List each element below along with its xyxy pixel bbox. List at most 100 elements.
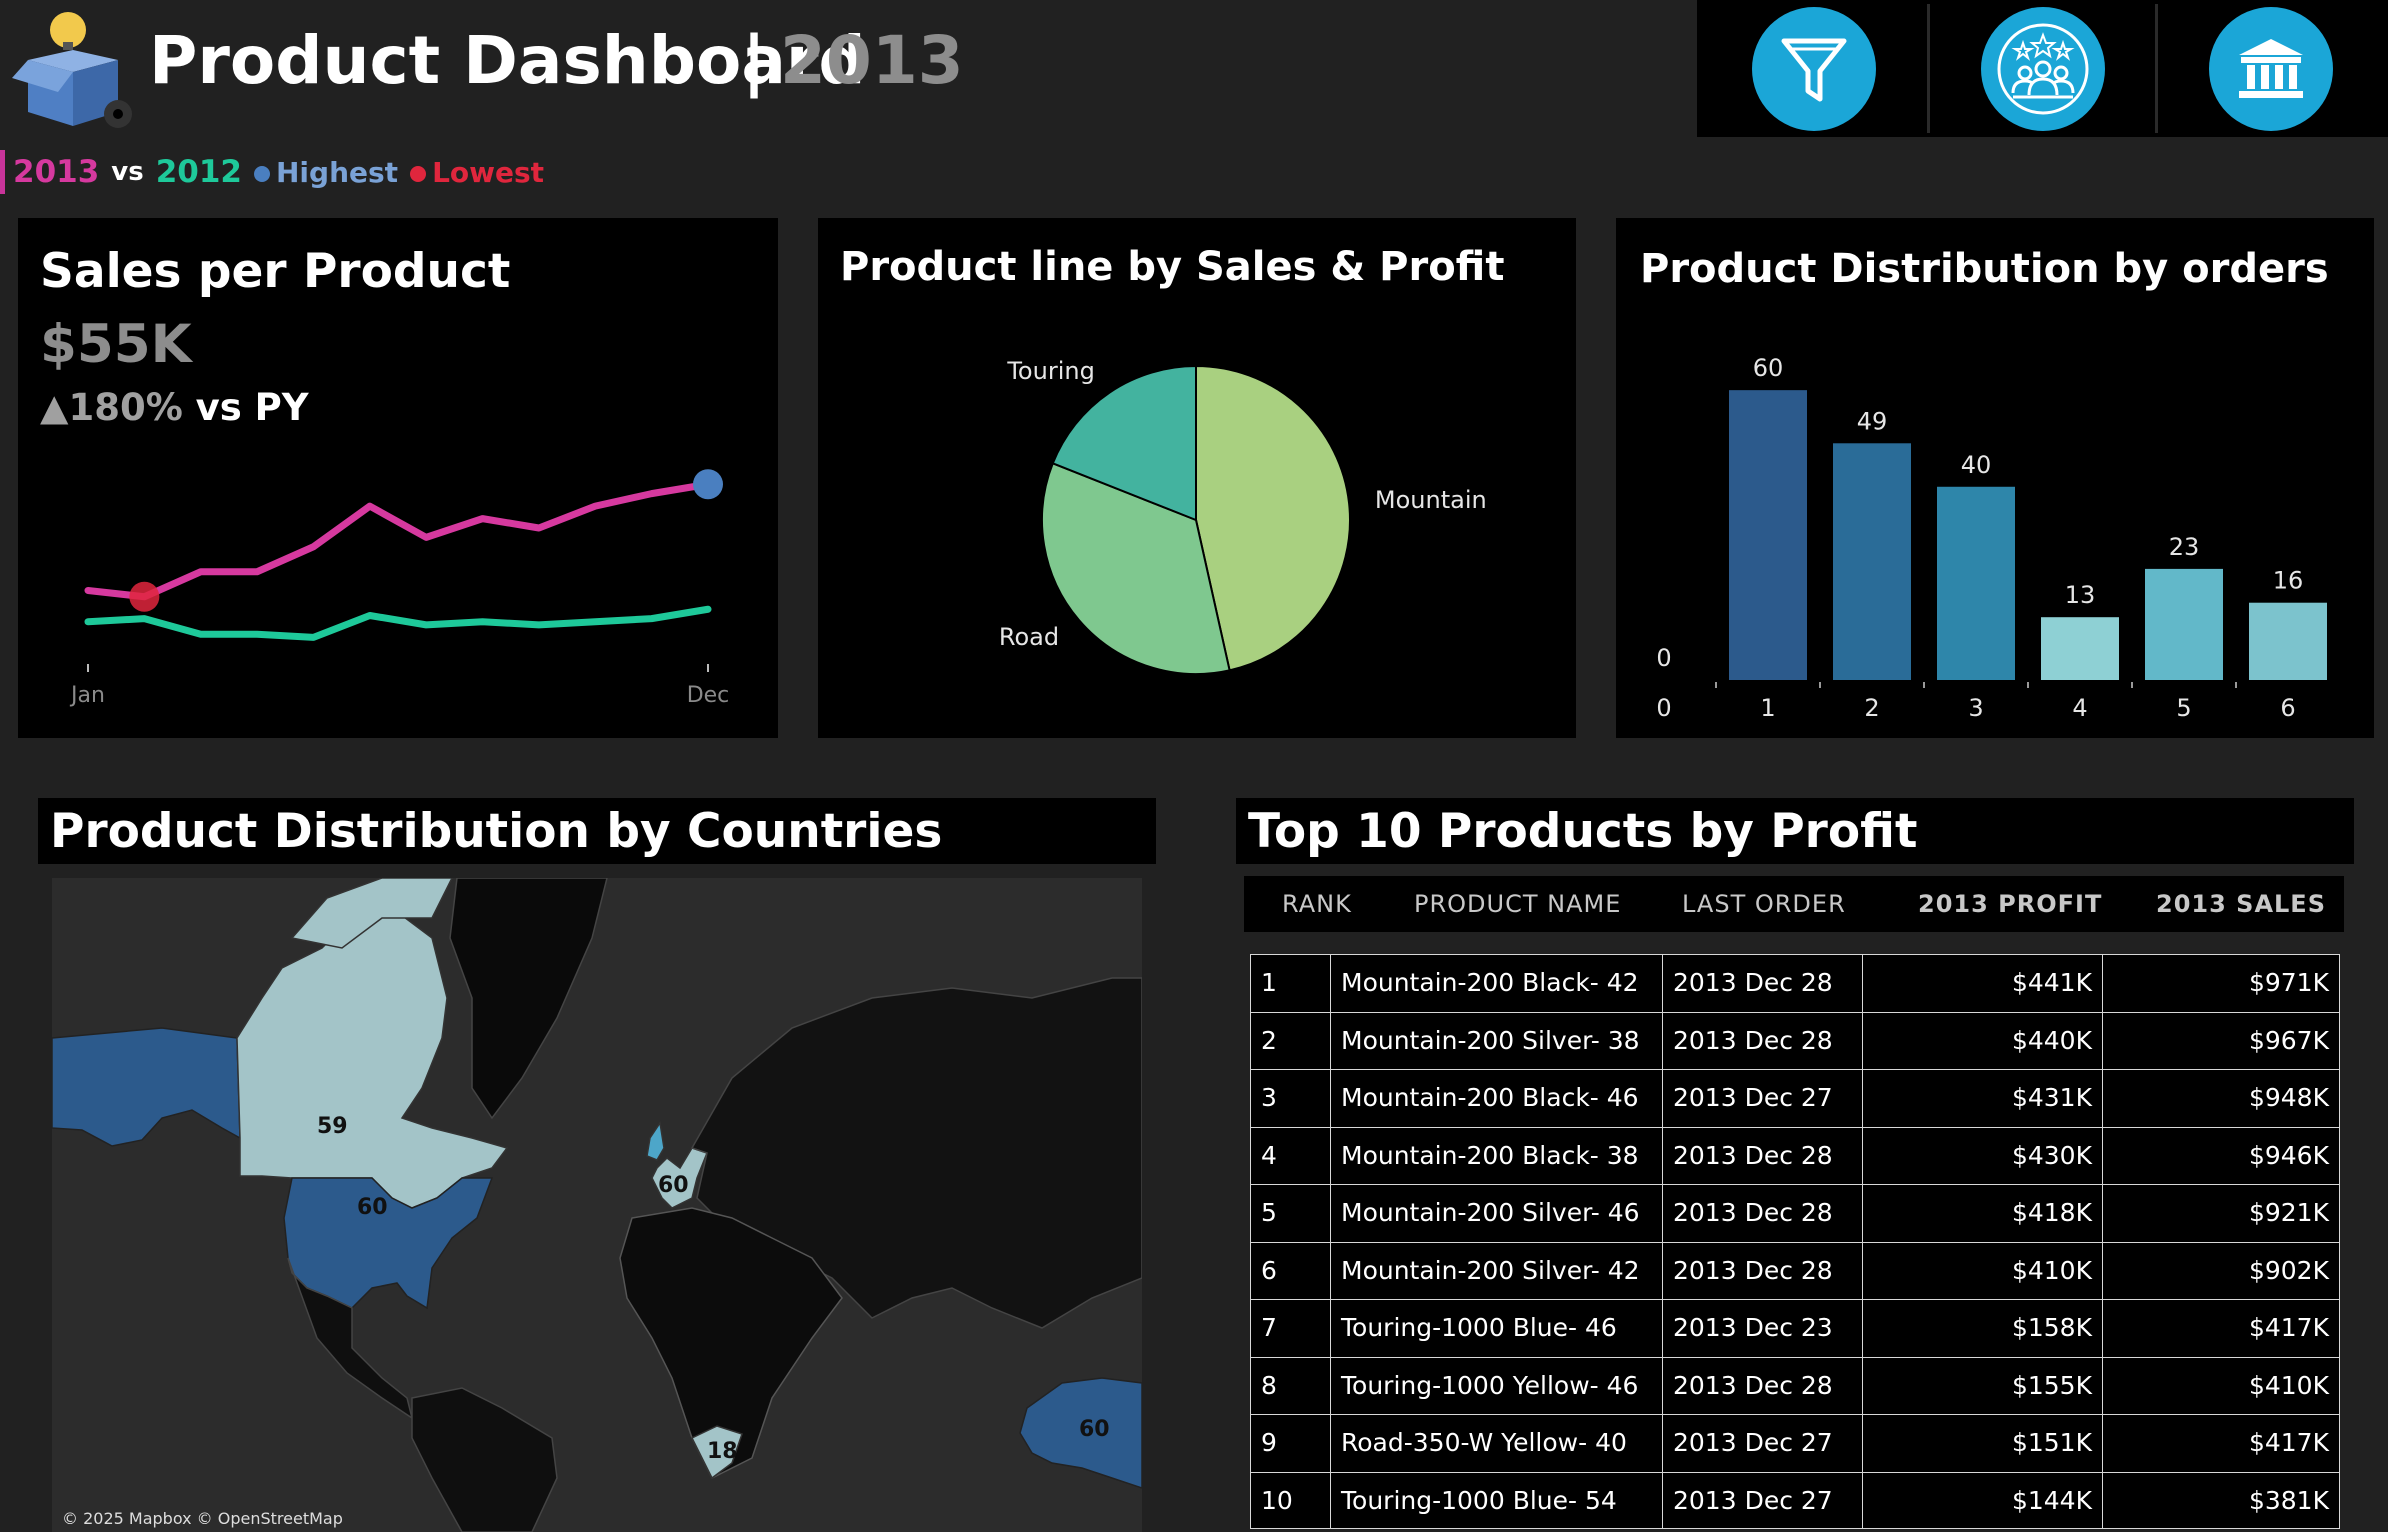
table-row[interactable]: 2 Mountain-200 Silver- 38 2013 Dec 28 $440K… <box>1250 1011 2340 1069</box>
bar-value-label: 16 <box>2273 567 2304 595</box>
bar-value-label: 0 <box>1656 644 1671 672</box>
table-row[interactable]: 9 Road-350-W Yellow- 40 2013 Dec 27 $151K $4… <box>1250 1414 2340 1472</box>
bar-2[interactable] <box>1833 443 1911 680</box>
bar-4[interactable] <box>2041 617 2119 680</box>
dashboard-header: Product Dashboard | 2013 <box>0 0 1690 140</box>
orders-bar-chart: 0 0 60 1 49 2 40 3 13 4 23 5 16 6 <box>1626 354 2364 722</box>
last-order-cell: 2013 Dec 28 <box>1662 1241 1862 1299</box>
table-row[interactable]: 5 Mountain-200 Silver- 46 2013 Dec 28 $418K… <box>1250 1184 2340 1242</box>
nav-item-customers[interactable] <box>1926 4 2156 133</box>
table-row[interactable]: 6 Mountain-200 Silver- 42 2013 Dec 28 $410K… <box>1250 1241 2340 1299</box>
rank-cell: 4 <box>1250 1126 1330 1184</box>
world-map-canvas[interactable]: 59 60 60 18 60 <box>52 878 1142 1532</box>
sales-cell: $417K <box>2102 1414 2340 1472</box>
year-legend: 2013 vs 2012 Highest Lowest <box>0 150 556 194</box>
last-order-cell: 2013 Dec 27 <box>1662 1471 1862 1529</box>
rank-cell: 2 <box>1250 1011 1330 1069</box>
legend-highest: Highest <box>254 156 398 189</box>
product-line-pie-chart: Mountain Road Touring <box>999 357 1487 675</box>
delta-arrow-icon: ▲ <box>40 386 69 429</box>
product-name-cell: Mountain-200 Black- 42 <box>1330 954 1662 1012</box>
map-label-south-africa: 18 <box>707 1439 738 1464</box>
x-axis-label: 1 <box>1760 694 1775 722</box>
customers-button[interactable] <box>1980 6 2105 131</box>
bar-value-label: 49 <box>1857 407 1888 435</box>
bar-1[interactable] <box>1729 390 1807 680</box>
x-axis-label: 5 <box>2176 694 2191 722</box>
sales-cell: $946K <box>2102 1126 2340 1184</box>
last-order-cell: 2013 Dec 28 <box>1662 954 1862 1012</box>
lowest-dot-icon <box>410 165 427 182</box>
profit-cell: $431K <box>1862 1069 2102 1127</box>
last-order-cell: 2013 Dec 28 <box>1662 1356 1862 1414</box>
rank-cell: 9 <box>1250 1414 1330 1472</box>
bar-6[interactable] <box>2249 602 2327 680</box>
table-row[interactable]: 3 Mountain-200 Black- 46 2013 Dec 27 $431K $… <box>1250 1069 2340 1127</box>
map-header: Product Distribution by Countries <box>38 798 1156 864</box>
profit-cell: $410K <box>1862 1241 2102 1299</box>
sales-cell: $921K <box>2102 1184 2340 1242</box>
bar-3[interactable] <box>1937 486 2015 680</box>
col-head-sales[interactable]: 2013 SALES <box>2156 890 2326 918</box>
kpi-value: $55K <box>40 314 192 375</box>
profit-cell: $430K <box>1862 1126 2102 1184</box>
sales-cell: $948K <box>2102 1069 2340 1127</box>
last-order-cell: 2013 Dec 27 <box>1662 1069 1862 1127</box>
pie-label: Mountain <box>1375 486 1487 514</box>
table-row[interactable]: 8 Touring-1000 Yellow- 46 2013 Dec 28 $155K… <box>1250 1356 2340 1414</box>
product-name-cell: Touring-1000 Blue- 54 <box>1330 1471 1662 1529</box>
sales-cell: $410K <box>2102 1356 2340 1414</box>
rank-cell: 7 <box>1250 1299 1330 1357</box>
sales-cell: $902K <box>2102 1241 2340 1299</box>
profit-cell: $440K <box>1862 1011 2102 1069</box>
table-row[interactable]: 7 Touring-1000 Blue- 46 2013 Dec 23 $158K $4… <box>1250 1299 2340 1357</box>
nav-item-filter[interactable] <box>1701 4 1927 133</box>
line-series-2013[interactable] <box>84 480 712 601</box>
filter-button[interactable] <box>1751 6 1876 131</box>
last-order-cell: 2013 Dec 23 <box>1662 1299 1862 1357</box>
x-axis-label: 0 <box>1656 694 1671 722</box>
lowest-point-marker[interactable] <box>129 581 160 612</box>
finance-button[interactable] <box>2209 6 2334 131</box>
col-head-product-name[interactable]: PRODUCT NAME <box>1414 890 1621 918</box>
sales-cell: $417K <box>2102 1299 2340 1357</box>
legend-previous-year: 2012 <box>155 154 242 190</box>
kpi-delta-pct: 180% <box>68 386 183 429</box>
last-order-cell: 2013 Dec 27 <box>1662 1414 1862 1472</box>
product-line-card: Product line by Sales & Profit Mountain R… <box>818 218 1576 738</box>
rank-cell: 1 <box>1250 954 1330 1012</box>
group-people-icon <box>1997 23 2088 114</box>
pie-label: Touring <box>1006 357 1094 385</box>
kpi-delta: ▲180% vs PY <box>40 386 309 429</box>
highest-dot-icon <box>254 165 270 182</box>
table-row[interactable]: 1 Mountain-200 Black- 42 2013 Dec 28 $441K $… <box>1250 954 2340 1012</box>
bank-icon <box>2239 38 2304 98</box>
x-axis-label: 4 <box>2072 694 2087 722</box>
map-label-europe: 60 <box>658 1173 689 1198</box>
legend-lowest-label: Lowest <box>432 155 545 189</box>
col-head-last-order[interactable]: LAST ORDER <box>1682 890 1846 918</box>
rank-cell: 6 <box>1250 1241 1330 1299</box>
pie-label: Road <box>999 623 1059 651</box>
col-head-profit[interactable]: 2013 PROFIT <box>1918 890 2102 918</box>
x-axis-label: 6 <box>2280 694 2295 722</box>
legend-current-year: 2013 <box>13 154 100 190</box>
table-row[interactable]: 10 Touring-1000 Blue- 54 2013 Dec 27 $144K $… <box>1250 1471 2340 1529</box>
highest-point-marker[interactable] <box>693 469 723 500</box>
table-column-headers: RANK PRODUCT NAME LAST ORDER 2013 PROFIT… <box>1244 876 2344 932</box>
profit-cell: $144K <box>1862 1471 2102 1529</box>
nav-item-finance[interactable] <box>2155 4 2385 133</box>
kpi-title: Sales per Product <box>40 244 511 299</box>
col-head-rank[interactable]: RANK <box>1282 890 1352 918</box>
bar-5[interactable] <box>2145 568 2223 680</box>
product-name-cell: Mountain-200 Silver- 42 <box>1330 1241 1662 1299</box>
last-order-cell: 2013 Dec 28 <box>1662 1011 1862 1069</box>
map-credit[interactable]: © 2025 Mapbox © OpenStreetMap <box>62 1509 343 1528</box>
line-series-2012[interactable] <box>84 605 712 641</box>
product-name-cell: Touring-1000 Yellow- 46 <box>1330 1356 1662 1414</box>
x-axis-label: 2 <box>1864 694 1879 722</box>
profit-cell: $418K <box>1862 1184 2102 1242</box>
table-row[interactable]: 4 Mountain-200 Black- 38 2013 Dec 28 $430K $… <box>1250 1126 2340 1184</box>
world-map[interactable]: 59 60 60 18 60 © 2025 Mapbox © OpenStree… <box>52 878 1142 1532</box>
title-separator: | <box>742 22 767 99</box>
